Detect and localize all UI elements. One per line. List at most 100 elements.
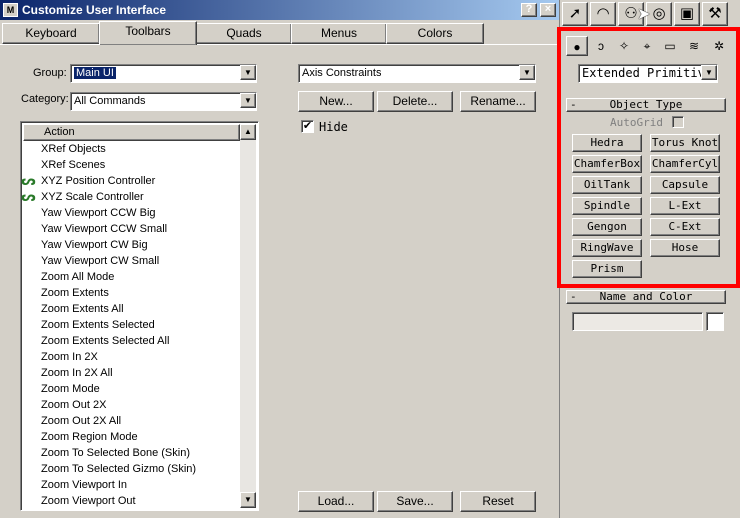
- object-type-button-torus-knot[interactable]: Torus Knot: [650, 134, 720, 152]
- list-item[interactable]: Zoom Viewport Out: [41, 493, 136, 509]
- object-type-button-capsule[interactable]: Capsule: [650, 176, 720, 194]
- toolbar-dropdown[interactable]: Axis Constraints ▼: [298, 64, 536, 83]
- chevron-down-icon[interactable]: ▼: [240, 65, 256, 80]
- object-type-button-chamfercyl[interactable]: ChamferCyl: [650, 155, 720, 173]
- group-value: Main UI: [74, 67, 116, 79]
- object-type-button-c-ext[interactable]: C-Ext: [650, 218, 720, 236]
- list-item[interactable]: Zoom Region Mode: [41, 429, 138, 445]
- category-dropdown[interactable]: All Commands ▼: [70, 92, 257, 111]
- list-item[interactable]: Zoom Extents Selected: [41, 317, 155, 333]
- controller-icon: ᔕ: [21, 173, 36, 188]
- object-type-button-oiltank[interactable]: OilTank: [572, 176, 642, 194]
- category-label: Category:: [21, 93, 69, 105]
- object-type-button-chamferbox[interactable]: ChamferBox: [572, 155, 642, 173]
- toolbar-value: Axis Constraints: [302, 67, 382, 79]
- list-header-action[interactable]: Action: [23, 124, 240, 141]
- tab-panel-edge: [0, 44, 560, 45]
- tab-keyboard[interactable]: Keyboard: [2, 23, 100, 44]
- geometry-sphere-icon[interactable]: ●: [566, 36, 588, 56]
- collapse-minus-icon: -: [570, 98, 577, 111]
- list-item[interactable]: Yaw Viewport CW Small: [41, 253, 159, 269]
- list-item-label: Yaw Viewport CW Big: [41, 239, 148, 251]
- save-button[interactable]: Save...: [377, 491, 453, 512]
- list-item[interactable]: Zoom Extents All: [41, 301, 124, 317]
- object-type-button-hedra[interactable]: Hedra: [572, 134, 642, 152]
- tab-colors[interactable]: Colors: [386, 23, 484, 44]
- helpers-icon[interactable]: ▭: [659, 36, 681, 56]
- create-arrow-icon[interactable]: ➚: [562, 2, 588, 26]
- tab-quads[interactable]: Quads: [196, 23, 292, 44]
- list-item[interactable]: Zoom To Selected Bone (Skin): [41, 445, 190, 461]
- scroll-up-icon[interactable]: ▲: [240, 124, 256, 140]
- list-item[interactable]: XRef Objects: [41, 141, 106, 157]
- help-button[interactable]: ?: [521, 3, 537, 17]
- object-type-button-spindle[interactable]: Spindle: [572, 197, 642, 215]
- hide-checkbox[interactable]: ✔: [301, 120, 314, 133]
- collapse-minus-icon: -: [570, 290, 577, 303]
- name-color-title: Name and Color: [599, 290, 693, 303]
- primitive-type-value: Extended Primitiv: [582, 66, 705, 80]
- cameras-icon[interactable]: ⌖: [636, 36, 658, 56]
- vertical-scrollbar[interactable]: ▲ ▼: [240, 124, 256, 508]
- list-item[interactable]: Yaw Viewport CW Big: [41, 237, 148, 253]
- object-type-rollout-header[interactable]: - Object Type: [566, 98, 726, 112]
- list-item[interactable]: ᔕ XYZ Position Controller: [21, 173, 155, 189]
- primitive-type-dropdown[interactable]: Extended Primitiv ▼: [578, 64, 718, 83]
- object-type-button-hose[interactable]: Hose: [650, 239, 720, 257]
- list-item[interactable]: XRef Scenes: [41, 157, 105, 173]
- controller-icon: ᔕ: [21, 189, 36, 204]
- object-color-swatch[interactable]: [706, 312, 724, 331]
- tab-menus[interactable]: Menus: [291, 23, 387, 44]
- systems-icon[interactable]: ✲: [708, 36, 730, 56]
- scroll-down-icon[interactable]: ▼: [240, 492, 256, 508]
- action-list[interactable]: Action XRef Objects XRef Scenes ᔕ XYZ Posit…: [20, 121, 259, 511]
- object-type-button-l-ext[interactable]: L-Ext: [650, 197, 720, 215]
- utilities-hammer-icon[interactable]: ⚒: [702, 2, 728, 26]
- object-name-field[interactable]: [572, 312, 703, 331]
- mouse-cursor-icon: ➤: [637, 6, 651, 23]
- rename-button[interactable]: Rename...: [460, 91, 536, 112]
- list-item-label: Zoom Out 2X All: [41, 415, 122, 427]
- shapes-icon[interactable]: ↄ: [590, 36, 612, 56]
- list-item-label: Zoom Extents Selected All: [41, 335, 170, 347]
- list-item[interactable]: Zoom In 2X All: [41, 365, 113, 381]
- list-item[interactable]: Zoom Extents Selected All: [41, 333, 169, 349]
- list-item[interactable]: Zoom Viewport In: [41, 477, 127, 493]
- list-item-label: Zoom Extents: [41, 287, 109, 299]
- list-item-label: Zoom In 2X All: [41, 367, 113, 379]
- list-item-label: Zoom Viewport Out: [41, 495, 136, 507]
- delete-button[interactable]: Delete...: [377, 91, 453, 112]
- load-button[interactable]: Load...: [298, 491, 374, 512]
- list-item[interactable]: Zoom Mode: [41, 381, 100, 397]
- list-item[interactable]: ᔕ XYZ Scale Controller: [21, 189, 144, 205]
- list-item[interactable]: Zoom Out 2X All: [41, 413, 121, 429]
- object-type-button-prism[interactable]: Prism: [572, 260, 642, 278]
- group-dropdown[interactable]: Main UI ▼: [70, 64, 257, 83]
- chevron-down-icon[interactable]: ▼: [240, 93, 256, 108]
- list-item[interactable]: Zoom Extents: [41, 285, 109, 301]
- new-button[interactable]: New...: [298, 91, 374, 112]
- reset-button[interactable]: Reset: [460, 491, 536, 512]
- list-item-label: Yaw Viewport CCW Big: [41, 207, 156, 219]
- list-item[interactable]: Zoom Out 2X: [41, 397, 106, 413]
- display-icon[interactable]: ▣: [674, 2, 700, 26]
- list-item[interactable]: Zoom In 2X: [41, 349, 98, 365]
- list-item[interactable]: Zoom All Mode: [41, 269, 114, 285]
- list-item-label: Zoom To Selected Bone (Skin): [41, 447, 190, 459]
- list-item[interactable]: Yaw Viewport CCW Small: [41, 221, 167, 237]
- autogrid-checkbox[interactable]: [672, 116, 684, 128]
- chevron-down-icon[interactable]: ▼: [701, 65, 717, 80]
- curve-icon[interactable]: ◠: [590, 2, 616, 26]
- list-item[interactable]: Yaw Viewport CCW Big: [41, 205, 156, 221]
- close-button[interactable]: ×: [540, 3, 556, 17]
- object-type-button-gengon[interactable]: Gengon: [572, 218, 642, 236]
- object-type-button-ringwave[interactable]: RingWave: [572, 239, 642, 257]
- spacewarps-icon[interactable]: ≋: [683, 36, 705, 56]
- list-item-label: Zoom Out 2X: [41, 399, 107, 411]
- chevron-down-icon[interactable]: ▼: [519, 65, 535, 80]
- name-color-rollout-header[interactable]: - Name and Color: [566, 290, 726, 304]
- list-item[interactable]: Zoom To Selected Gizmo (Skin): [41, 461, 196, 477]
- tab-toolbars[interactable]: Toolbars: [99, 21, 197, 45]
- checkmark-icon: ✔: [302, 120, 313, 132]
- lights-icon[interactable]: ✧: [613, 36, 635, 56]
